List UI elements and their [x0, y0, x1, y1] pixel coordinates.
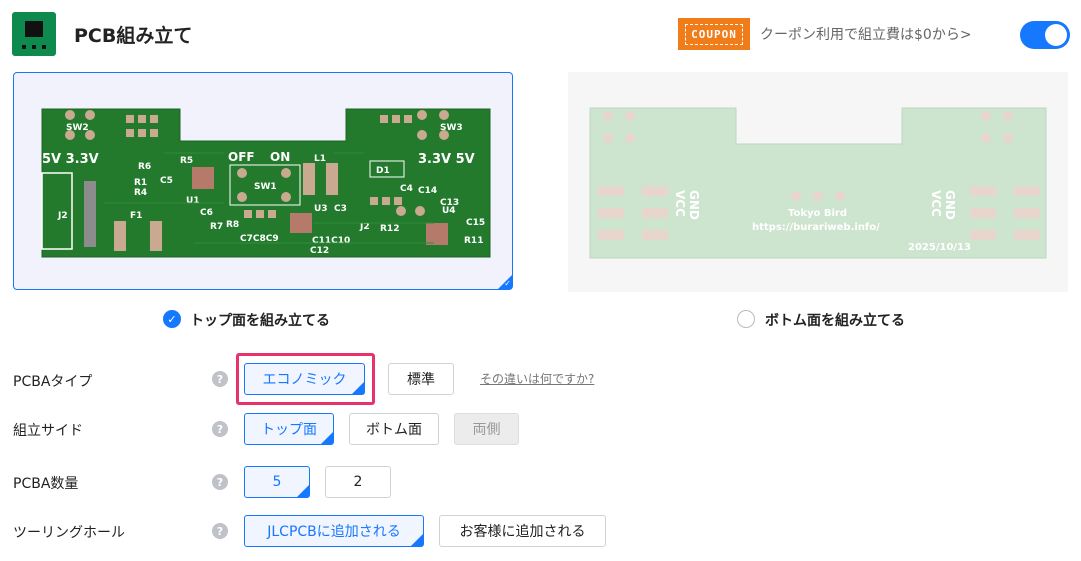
svg-text:F1: F1 — [130, 211, 142, 221]
qty-2-button[interactable]: 2 — [325, 466, 391, 498]
svg-text:R11: R11 — [464, 236, 483, 246]
tooling-holes-label: ツーリングホール — [13, 525, 125, 541]
svg-text:C3: C3 — [334, 204, 347, 214]
coupon-badge[interactable]: COUPON — [678, 18, 750, 50]
pcba-type-label: PCBAタイプ — [13, 374, 93, 390]
svg-text:C6: C6 — [200, 208, 213, 218]
svg-text:5V 3.3V: 5V 3.3V — [42, 152, 99, 167]
svg-text:C12: C12 — [310, 246, 329, 256]
page-title: PCB組み立て — [74, 25, 193, 47]
both-sides-button: 両側 — [454, 413, 519, 445]
assembly-toggle[interactable] — [1020, 21, 1070, 49]
svg-text:SW3: SW3 — [440, 123, 463, 133]
highlight-box — [236, 353, 375, 405]
svg-text:R7: R7 — [210, 222, 223, 232]
coupon-link[interactable]: クーポン利用で組立費は$0から> — [760, 24, 972, 44]
qty-5-label: 5 — [272, 474, 282, 490]
customer-adds-button[interactable]: お客様に追加される — [439, 515, 606, 547]
pcb-bottom-render: Tokyo Bird https://burariweb.info/ 2025/… — [589, 107, 1047, 259]
svg-text:R1: R1 — [134, 178, 147, 188]
svg-text:VCC: VCC — [929, 190, 943, 217]
svg-text:L1: L1 — [314, 154, 326, 164]
jlcpcb-adds-button[interactable]: JLCPCBに追加される — [244, 515, 424, 547]
top-side-board-panel[interactable]: SW2 SW3 L1 D1 SW1 J2 F1 U3 U1 U4 J2 R12 R11 C15… — [13, 72, 513, 290]
coupon-badge-label: COUPON — [685, 23, 743, 45]
bottom-side-board-panel[interactable]: Tokyo Bird https://burariweb.info/ 2025/… — [568, 72, 1068, 292]
svg-text:Tokyo Bird: Tokyo Bird — [788, 208, 847, 219]
svg-text:2025/10/13: 2025/10/13 — [908, 242, 971, 253]
bottom-side-button-label: ボトム面 — [366, 422, 422, 438]
svg-text:GND: GND — [943, 190, 957, 220]
top-side-button[interactable]: トップ面 — [244, 413, 334, 445]
svg-text:3.3V 5V: 3.3V 5V — [418, 152, 475, 167]
top-side-radio[interactable]: ✓ — [163, 310, 181, 328]
svg-text:OFF: OFF — [228, 150, 255, 164]
tooling-holes-help-icon[interactable]: ? — [212, 523, 228, 539]
qty-2-label: 2 — [353, 474, 363, 490]
customer-adds-label: お客様に追加される — [459, 524, 586, 540]
svg-text:C15: C15 — [466, 218, 485, 228]
pcb-top-render: SW2 SW3 L1D1 SW1J2 F1U3 U1U4 J2 R12 R11C15… — [41, 108, 491, 258]
svg-text:R8: R8 — [226, 220, 239, 230]
pcb-chip-icon — [12, 12, 56, 56]
svg-text:ON: ON — [270, 150, 290, 164]
svg-text:R4: R4 — [134, 188, 147, 198]
svg-text:VCC: VCC — [673, 190, 687, 217]
selected-corner-check: ✓ — [498, 275, 512, 289]
pcba-qty-help-icon[interactable]: ? — [212, 474, 228, 490]
svg-text:SW2: SW2 — [66, 123, 89, 133]
toggle-knob — [1045, 24, 1067, 46]
svg-text:C5: C5 — [160, 176, 173, 186]
bottom-side-label[interactable]: ボトム面を組み立てる — [765, 310, 905, 330]
svg-text:J2: J2 — [57, 211, 68, 221]
svg-text:U3: U3 — [314, 204, 328, 214]
svg-text:C13: C13 — [440, 198, 459, 208]
svg-text:C4: C4 — [400, 184, 413, 194]
pcba-qty-label: PCBA数量 — [13, 476, 79, 492]
top-side-button-label: トップ面 — [261, 422, 317, 438]
top-side-label[interactable]: トップ面を組み立てる — [190, 310, 330, 330]
svg-text:C14: C14 — [418, 186, 437, 196]
qty-5-button[interactable]: 5 — [244, 466, 310, 498]
assembly-side-help-icon[interactable]: ? — [212, 421, 228, 437]
svg-text:R12: R12 — [380, 224, 399, 234]
svg-text:D1: D1 — [376, 166, 390, 176]
bottom-side-radio[interactable] — [737, 310, 755, 328]
assembly-side-label: 組立サイド — [13, 423, 83, 439]
standard-button[interactable]: 標準 — [388, 363, 454, 395]
jlcpcb-adds-label: JLCPCBに追加される — [267, 524, 401, 540]
svg-text:https://burariweb.info/: https://burariweb.info/ — [752, 222, 880, 233]
standard-button-label: 標準 — [407, 372, 435, 388]
svg-text:R5: R5 — [180, 156, 193, 166]
svg-text:R6: R6 — [138, 162, 151, 172]
svg-text:GND: GND — [687, 190, 701, 220]
bottom-side-button[interactable]: ボトム面 — [349, 413, 439, 445]
pcba-type-help-icon[interactable]: ? — [212, 371, 228, 387]
svg-text:SW1: SW1 — [254, 182, 277, 192]
both-sides-button-label: 両側 — [472, 422, 501, 438]
difference-link[interactable]: その違いは何ですか? — [480, 370, 594, 387]
svg-text:U1: U1 — [186, 196, 200, 206]
svg-text:C11C10: C11C10 — [312, 236, 350, 246]
